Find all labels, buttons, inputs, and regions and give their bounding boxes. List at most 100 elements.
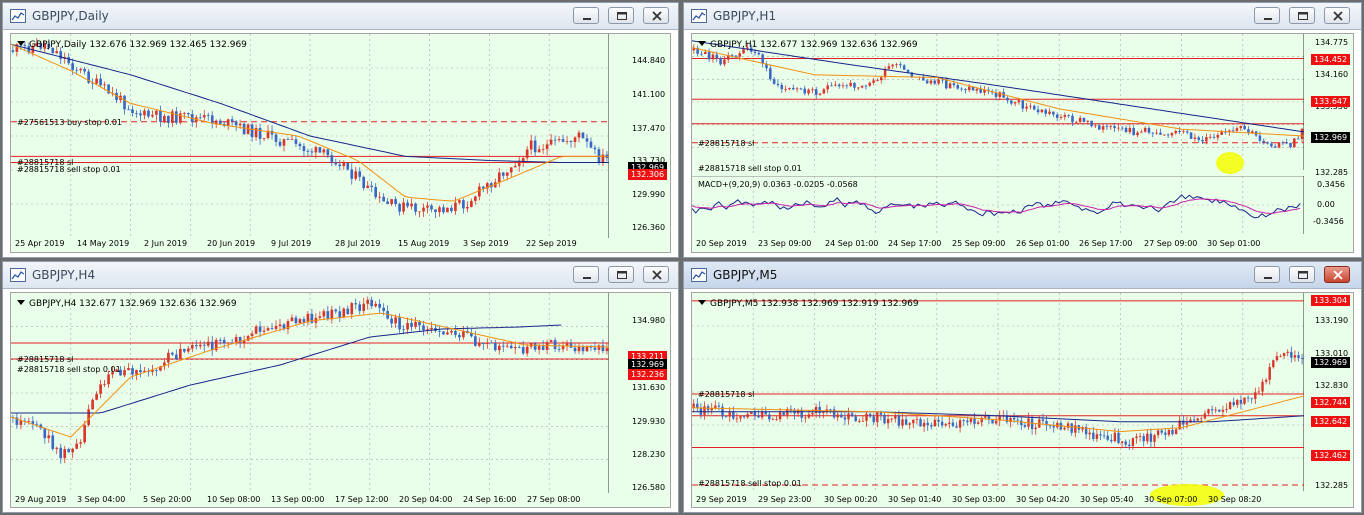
close-icon — [1333, 11, 1343, 21]
maximize-button[interactable] — [1289, 7, 1315, 24]
time-axis-label: 30 Sep 01:00 — [1207, 239, 1261, 248]
minimize-icon — [583, 18, 591, 20]
current-price-tag: 132.969 — [1311, 132, 1351, 143]
close-button[interactable] — [643, 266, 669, 283]
time-axis-label: 29 Aug 2019 — [15, 495, 67, 504]
time-axis-label: 27 Sep 08:00 — [527, 495, 581, 504]
order-label[interactable]: #28815718 sell stop 0.01 — [17, 165, 121, 174]
symbol-ohlc-readout: GBPJPY,M5 132.938 132.969 132.919 132.96… — [710, 299, 919, 309]
level-price-tag: 132.306 — [628, 169, 668, 180]
chart-window-m5[interactable]: GBPJPY,M5 GBPJPY,M5 132.938 132.969 132.… — [683, 261, 1362, 513]
minimize-icon — [1264, 277, 1272, 279]
level-price-tag: 132.642 — [1311, 416, 1351, 427]
maximize-button[interactable] — [608, 7, 634, 24]
level-price-tag: 133.304 — [1311, 295, 1351, 306]
yellow-highlight-mark — [1216, 152, 1244, 174]
time-axis-label: 24 Sep 17:00 — [888, 239, 942, 248]
time-axis-label: 13 Sep 00:00 — [271, 495, 325, 504]
time-axis-label: 24 Sep 16:00 — [463, 495, 517, 504]
price-scale-label: 132.285 — [1315, 481, 1349, 490]
level-price-tag: 132.236 — [628, 369, 668, 380]
window-titlebar[interactable]: GBPJPY,Daily — [3, 3, 678, 30]
restore-icon — [617, 12, 627, 20]
order-label[interactable]: #28815718 sell stop 0.01 — [698, 164, 802, 173]
minimize-button[interactable] — [573, 7, 599, 24]
chart-window-daily[interactable]: GBPJPY,Daily GBPJPY,Daily 132.676 132.96… — [2, 2, 679, 258]
maximize-button[interactable] — [608, 266, 634, 283]
collapse-arrow-icon[interactable] — [698, 41, 706, 46]
price-chart[interactable]: GBPJPY,Daily 132.676 132.969 132.465 132… — [10, 33, 671, 253]
level-price-tag: 132.462 — [1311, 450, 1351, 461]
chart-plot-area — [11, 293, 609, 493]
price-chart[interactable]: GBPJPY,H4 132.677 132.969 132.636 132.96… — [10, 292, 671, 508]
window-title: GBPJPY,Daily — [32, 9, 109, 23]
order-label[interactable]: #28815718 sl — [698, 139, 754, 148]
restore-icon — [1298, 12, 1308, 20]
maximize-button[interactable] — [1289, 266, 1315, 283]
minimize-button[interactable] — [1254, 7, 1280, 24]
price-scale-label: 141.100 — [632, 90, 666, 99]
close-button[interactable] — [1324, 266, 1350, 283]
chart-header: GBPJPY,M5 132.938 132.969 132.919 132.96… — [698, 299, 919, 309]
window-titlebar[interactable]: GBPJPY,H1 — [684, 3, 1361, 30]
time-axis-label: 20 Sep 04:00 — [399, 495, 453, 504]
time-axis-label: 28 Jul 2019 — [335, 239, 381, 248]
time-axis-label: 25 Apr 2019 — [15, 239, 65, 248]
order-label[interactable]: #28815718 sl — [698, 390, 754, 399]
chart-header: GBPJPY,Daily 132.676 132.969 132.465 132… — [17, 40, 247, 50]
time-axis-label: 30 Sep 00:20 — [824, 495, 878, 504]
close-icon — [1333, 270, 1343, 280]
chart-header: GBPJPY,H1 132.677 132.969 132.636 132.96… — [698, 40, 918, 50]
time-axis-label: 30 Sep 05:40 — [1080, 495, 1134, 504]
order-label[interactable]: #28815718 sl — [17, 355, 73, 364]
time-axis-label: 30 Sep 08:20 — [1208, 495, 1262, 504]
chart-plot-area — [692, 34, 1304, 170]
order-label[interactable]: #28815718 sell stop 0.01 — [17, 365, 121, 374]
chart-window-icon — [10, 268, 26, 282]
collapse-arrow-icon[interactable] — [698, 300, 706, 305]
time-axis-label: 20 Jun 2019 — [207, 239, 256, 248]
level-price-tag: 133.647 — [1311, 96, 1351, 107]
chart-window-icon — [691, 268, 707, 282]
close-button[interactable] — [643, 7, 669, 24]
window-titlebar[interactable]: GBPJPY,M5 — [684, 262, 1361, 289]
chart-window-h4[interactable]: GBPJPY,H4 GBPJPY,H4 132.677 132.969 132.… — [2, 261, 679, 513]
price-scale-label: 126.360 — [632, 223, 666, 232]
time-axis-label: 30 Sep 03:00 — [952, 495, 1006, 504]
minimize-icon — [1264, 18, 1272, 20]
price-chart[interactable]: GBPJPY,M5 132.938 132.969 132.919 132.96… — [691, 292, 1354, 508]
collapse-arrow-icon[interactable] — [17, 300, 25, 305]
order-label[interactable]: #28815718 sell stop 0.01 — [698, 479, 802, 488]
order-label[interactable]: #27561513 buy stop 0.01 — [17, 118, 122, 127]
macd-scale-label: 0.3456 — [1317, 180, 1345, 189]
window-titlebar[interactable]: GBPJPY,H4 — [3, 262, 678, 289]
chart-window-icon — [10, 9, 26, 23]
time-axis-label: 30 Sep 07:00 — [1144, 495, 1198, 504]
time-axis-label: 24 Sep 01:00 — [825, 239, 879, 248]
time-axis-label: 26 Sep 01:00 — [1016, 239, 1070, 248]
price-scale-label: 144.840 — [632, 56, 666, 65]
minimize-button[interactable] — [573, 266, 599, 283]
minimize-icon — [583, 277, 591, 279]
macd-scale-label: 0.00 — [1317, 200, 1335, 209]
price-scale-label: 134.775 — [1315, 38, 1349, 47]
minimize-button[interactable] — [1254, 266, 1280, 283]
close-icon — [652, 11, 662, 21]
symbol-ohlc-readout: GBPJPY,Daily 132.676 132.969 132.465 132… — [29, 40, 247, 50]
price-chart[interactable]: GBPJPY,H1 132.677 132.969 132.636 132.96… — [691, 33, 1354, 253]
price-scale-label: 134.980 — [632, 316, 666, 325]
window-title: GBPJPY,M5 — [713, 268, 778, 282]
price-scale-label: 132.285 — [1315, 168, 1349, 177]
time-axis-label: 22 Sep 2019 — [526, 239, 577, 248]
collapse-arrow-icon[interactable] — [17, 41, 25, 46]
time-axis-label: 30 Sep 01:40 — [888, 495, 942, 504]
chart-window-h1[interactable]: GBPJPY,H1 GBPJPY,H1 132.677 132.969 132.… — [683, 2, 1362, 258]
close-button[interactable] — [1324, 7, 1350, 24]
close-icon — [652, 270, 662, 280]
symbol-ohlc-readout: GBPJPY,H4 132.677 132.969 132.636 132.96… — [29, 299, 237, 309]
time-axis-label: 3 Sep 2019 — [463, 239, 509, 248]
price-scale-label: 129.990 — [632, 190, 666, 199]
window-title: GBPJPY,H4 — [32, 268, 96, 282]
price-scale-label: 133.190 — [1315, 316, 1349, 325]
chart-plot-area — [11, 34, 609, 238]
